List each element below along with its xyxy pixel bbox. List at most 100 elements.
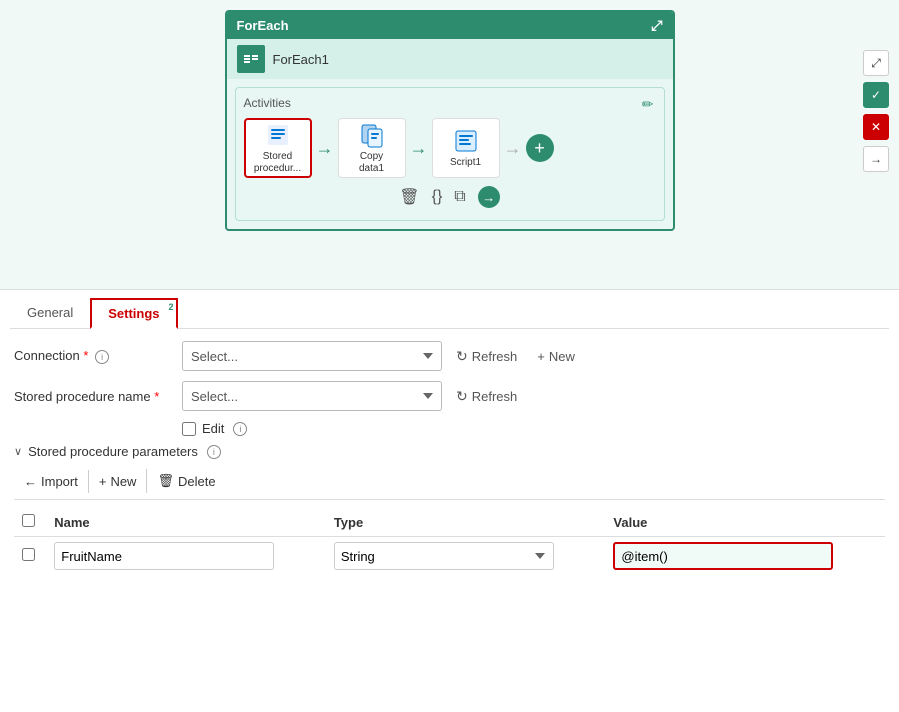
forward-icon-btn[interactable]: → — [863, 146, 889, 172]
row-checkbox[interactable] — [22, 548, 35, 561]
connection-new-button[interactable]: + New — [531, 345, 581, 368]
stored-proc-params-section: ∨ Stored procedure parameters i ← Import… — [14, 444, 885, 575]
run-toolbar-icon[interactable]: → — [478, 186, 500, 208]
stored-proc-label: Storedprocedur... — [254, 151, 301, 175]
params-delete-label: Delete — [178, 474, 216, 489]
stored-proc-name-row: Stored procedure name * Select... ↻ Refr… — [14, 381, 885, 411]
connection-row: Connection * i Select... ↻ Refresh + New — [14, 341, 885, 371]
foreach-container: ForEach ⤢ ForEach1 Activities ✏ — [225, 10, 675, 231]
activities-label: Activities — [244, 96, 656, 110]
tab-settings[interactable]: Settings 2 — [90, 298, 177, 329]
foreach-type-icon — [237, 45, 265, 73]
tab-general-label: General — [27, 305, 73, 320]
params-chevron-icon: ∨ — [14, 445, 22, 458]
copy-data-label: Copydata1 — [359, 151, 384, 175]
row-checkbox-cell — [14, 537, 46, 576]
params-table: Name Type Value — [14, 508, 885, 575]
stored-proc-required: * — [154, 389, 159, 404]
copy-toolbar-icon[interactable]: ⧉ — [454, 188, 465, 206]
connection-refresh-label: Refresh — [472, 349, 518, 364]
arrow-2: → — [410, 138, 428, 159]
params-new-label: New — [110, 474, 136, 489]
params-delete-button[interactable]: 🗑 Delete — [146, 469, 225, 493]
right-side-icons: ⤢ ✓ ✕ → — [863, 50, 889, 172]
params-new-icon: + — [99, 474, 107, 489]
col-value-header: Value — [605, 508, 885, 537]
edit-pencil-icon[interactable]: ✏ — [642, 96, 654, 113]
activity-toolbar: 🗑 {} ⧉ → — [244, 178, 656, 212]
connection-required: * — [83, 348, 88, 363]
connection-new-plus-icon: + — [537, 349, 545, 364]
edit-checkbox[interactable] — [182, 422, 196, 436]
edit-info-icon[interactable]: i — [233, 422, 247, 436]
params-section-label: Stored procedure parameters — [28, 444, 198, 459]
expand-icon-btn[interactable]: ⤢ — [863, 50, 889, 76]
script1-label: Script1 — [450, 157, 481, 169]
activities-area: Activities ✏ Storedprocedur... → — [235, 87, 665, 221]
delete-toolbar-icon[interactable]: 🗑 — [399, 187, 419, 207]
stored-proc-refresh-icon: ↻ — [456, 388, 468, 405]
bottom-panel: General Settings 2 Connection * i Select… — [0, 290, 899, 587]
connection-info-icon[interactable]: i — [95, 350, 109, 364]
copy-icon — [358, 121, 386, 149]
value-cell — [605, 537, 885, 576]
tab-general[interactable]: General — [10, 298, 90, 328]
name-input[interactable] — [54, 542, 274, 570]
connection-dropdown[interactable]: Select... — [182, 341, 442, 371]
activity-item-copy[interactable]: Copydata1 — [338, 118, 406, 178]
type-cell: String Int DateTime Boolean Decimal Floa… — [326, 537, 606, 576]
stored-proc-refresh-button[interactable]: ↻ Refresh — [450, 384, 523, 409]
edit-row: Edit i — [182, 421, 885, 436]
stored-proc-icon — [264, 121, 292, 149]
add-activity-button[interactable]: + — [526, 134, 554, 162]
foreach-title: ForEach — [237, 18, 289, 33]
maximize-icon[interactable]: ⤢ — [651, 17, 662, 34]
braces-toolbar-icon[interactable]: {} — [432, 188, 443, 206]
activity-flow: Storedprocedur... → Copydata1 — [244, 118, 656, 178]
foreach-svg — [243, 51, 259, 67]
table-row: String Int DateTime Boolean Decimal Floa… — [14, 537, 885, 576]
params-delete-icon: 🗑 — [157, 473, 174, 489]
foreach-title-area: ForEach1 — [227, 39, 673, 79]
script-icon — [452, 127, 480, 155]
connection-label: Connection * i — [14, 348, 174, 364]
import-icon: ← — [24, 474, 37, 489]
params-info-icon[interactable]: i — [207, 445, 221, 459]
arrow-3: → — [504, 138, 522, 159]
cancel-icon-btn[interactable]: ✕ — [863, 114, 889, 140]
col-name-header: Name — [46, 508, 326, 537]
select-all-checkbox[interactable] — [22, 514, 35, 527]
col-check-header — [14, 508, 46, 537]
foreach-instance-name: ForEach1 — [273, 52, 329, 67]
activity-box-stored[interactable]: Storedprocedur... — [244, 118, 312, 178]
import-button[interactable]: ← Import — [14, 470, 88, 493]
import-label: Import — [41, 474, 78, 489]
arrow-1: → — [316, 138, 334, 159]
activity-box-copy[interactable]: Copydata1 — [338, 118, 406, 178]
activity-box-script[interactable]: Script1 — [432, 118, 500, 178]
params-toolbar: ← Import + New 🗑 Delete — [14, 469, 885, 500]
tab-settings-label: Settings — [108, 306, 159, 321]
stored-proc-name-label: Stored procedure name * — [14, 389, 174, 404]
settings-badge: 2 — [169, 302, 174, 312]
settings-form: Connection * i Select... ↻ Refresh + New… — [10, 329, 889, 587]
stored-proc-dropdown[interactable]: Select... — [182, 381, 442, 411]
connection-refresh-icon: ↻ — [456, 348, 468, 365]
confirm-icon-btn[interactable]: ✓ — [863, 82, 889, 108]
name-cell — [46, 537, 326, 576]
params-section-header[interactable]: ∨ Stored procedure parameters i — [14, 444, 885, 459]
stored-proc-refresh-label: Refresh — [472, 389, 518, 404]
type-select[interactable]: String Int DateTime Boolean Decimal Floa… — [334, 542, 554, 570]
tabs-row: General Settings 2 — [10, 290, 889, 329]
value-input[interactable] — [613, 542, 833, 570]
params-new-button[interactable]: + New — [88, 470, 147, 493]
foreach-header: ForEach ⤢ — [227, 12, 673, 39]
activity-item-stored[interactable]: Storedprocedur... — [244, 118, 312, 178]
activity-item-script[interactable]: Script1 — [432, 118, 500, 178]
connection-refresh-button[interactable]: ↻ Refresh — [450, 344, 523, 369]
col-type-header: Type — [326, 508, 606, 537]
pipeline-canvas: ForEach ⤢ ForEach1 Activities ✏ — [0, 0, 899, 290]
connection-new-label: New — [549, 349, 575, 364]
params-table-header: Name Type Value — [14, 508, 885, 537]
edit-label: Edit — [202, 421, 224, 436]
